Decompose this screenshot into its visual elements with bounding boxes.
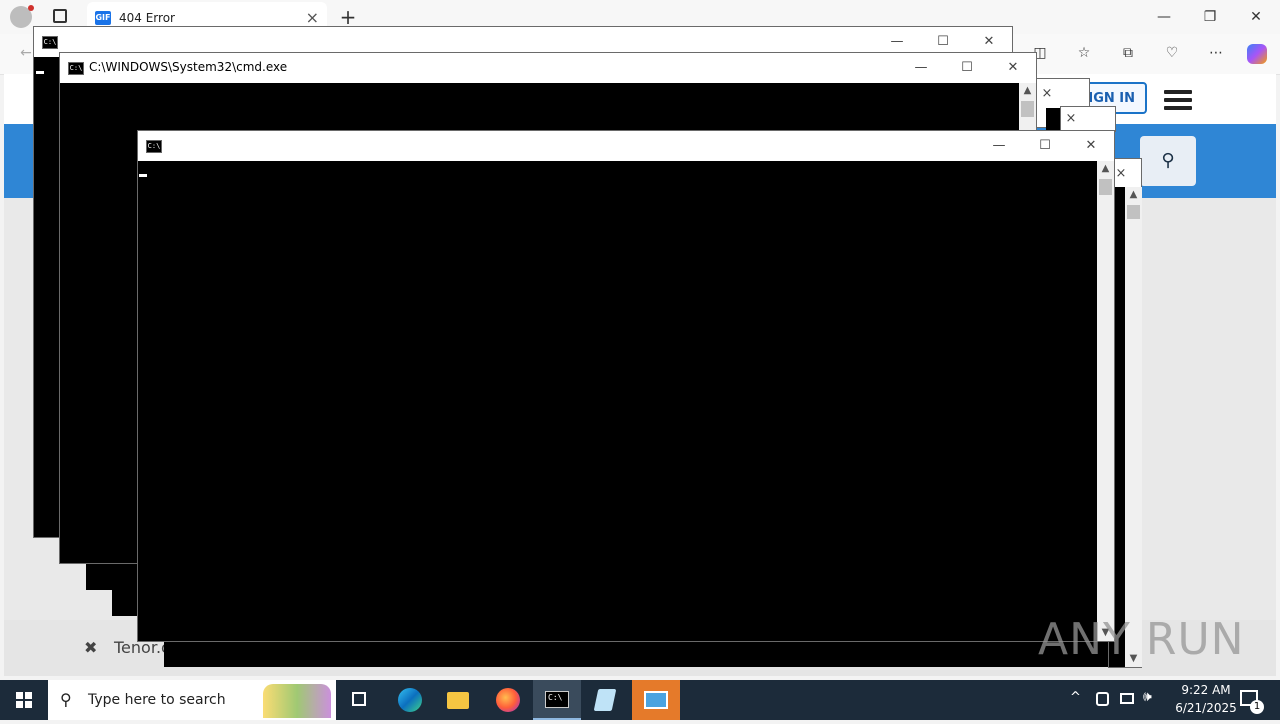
scroll-up-icon[interactable]: ▲ xyxy=(1019,83,1036,99)
text-cursor xyxy=(36,71,44,74)
scroll-thumb[interactable] xyxy=(1127,205,1140,219)
collections-icon[interactable]: ⧉ xyxy=(1108,38,1148,68)
tray-time[interactable]: 9:22 AM xyxy=(1166,683,1246,697)
scroll-thumb[interactable] xyxy=(1021,101,1034,117)
anyrun-watermark: ANY RUN xyxy=(1038,614,1245,665)
search-placeholder: Type here to search xyxy=(88,692,226,708)
maximize-button[interactable]: ☐ xyxy=(944,53,990,83)
tray-date[interactable]: 6/21/2025 xyxy=(1166,701,1246,715)
site-search-icon[interactable]: ⚲ xyxy=(1140,136,1196,186)
console-window-fragment: × xyxy=(1060,106,1116,132)
task-view-icon[interactable] xyxy=(336,680,384,720)
scroll-up-icon[interactable]: ▲ xyxy=(1125,187,1142,203)
tab-title: 404 Error xyxy=(119,11,175,25)
tray-security-icon[interactable] xyxy=(1096,692,1109,706)
tab-close-icon[interactable]: × xyxy=(306,8,319,27)
copilot-icon[interactable] xyxy=(1247,44,1267,64)
gif-favicon-icon: GIF xyxy=(95,11,111,25)
footer-close-icon[interactable]: ✖ xyxy=(84,638,97,657)
favorites-icon[interactable]: ☆ xyxy=(1064,38,1104,68)
close-button[interactable]: ✕ xyxy=(1068,131,1114,161)
browser-restore-button[interactable]: ❐ xyxy=(1190,2,1230,32)
edge-icon[interactable] xyxy=(386,680,434,720)
console-icon: C:\ xyxy=(68,62,84,75)
search-highlight-icon xyxy=(263,684,331,718)
minimize-button[interactable]: — xyxy=(976,131,1022,161)
more-icon[interactable]: ⋯ xyxy=(1196,38,1236,68)
windows-logo-icon xyxy=(16,692,32,708)
text-cursor xyxy=(139,174,147,177)
scroll-thumb[interactable] xyxy=(1099,179,1112,195)
file-explorer-icon[interactable] xyxy=(434,680,482,720)
scroll-up-icon[interactable]: ▲ xyxy=(1097,161,1114,177)
notification-badge: 1 xyxy=(1250,700,1264,714)
hamburger-menu-icon[interactable] xyxy=(1164,90,1194,110)
console-icon: C:\ xyxy=(42,36,58,49)
window-title: C:\WINDOWS\System32\cmd.exe xyxy=(89,60,288,74)
minimize-button[interactable]: — xyxy=(898,53,944,83)
close-icon[interactable]: × xyxy=(1037,79,1057,109)
start-button[interactable] xyxy=(0,680,48,720)
maximize-button[interactable]: ☐ xyxy=(1022,131,1068,161)
browser-essentials-icon[interactable]: ♡ xyxy=(1152,38,1192,68)
volume-icon[interactable]: 🕪 xyxy=(1143,689,1152,705)
tray-chevron-icon[interactable]: ^ xyxy=(1070,690,1081,705)
firefox-icon[interactable] xyxy=(484,680,532,720)
network-icon[interactable] xyxy=(1120,693,1134,704)
console-remnant xyxy=(164,640,1114,667)
active-app-icon[interactable] xyxy=(632,680,680,720)
profile-badge xyxy=(28,5,34,11)
cmd-taskbar-icon[interactable]: C:\ xyxy=(533,680,581,720)
browser-close-button[interactable]: ✕ xyxy=(1236,2,1276,32)
browser-minimize-button[interactable]: — xyxy=(1144,2,1184,32)
console-window-front[interactable]: C:\ — ☐ ✕ ▲ ▼ xyxy=(137,130,1115,642)
search-icon: ⚲ xyxy=(60,690,72,709)
tab-actions-icon[interactable] xyxy=(53,9,67,23)
console-icon: C:\ xyxy=(146,140,162,153)
close-button[interactable]: ✕ xyxy=(990,53,1036,83)
notepad-icon[interactable] xyxy=(582,680,630,720)
